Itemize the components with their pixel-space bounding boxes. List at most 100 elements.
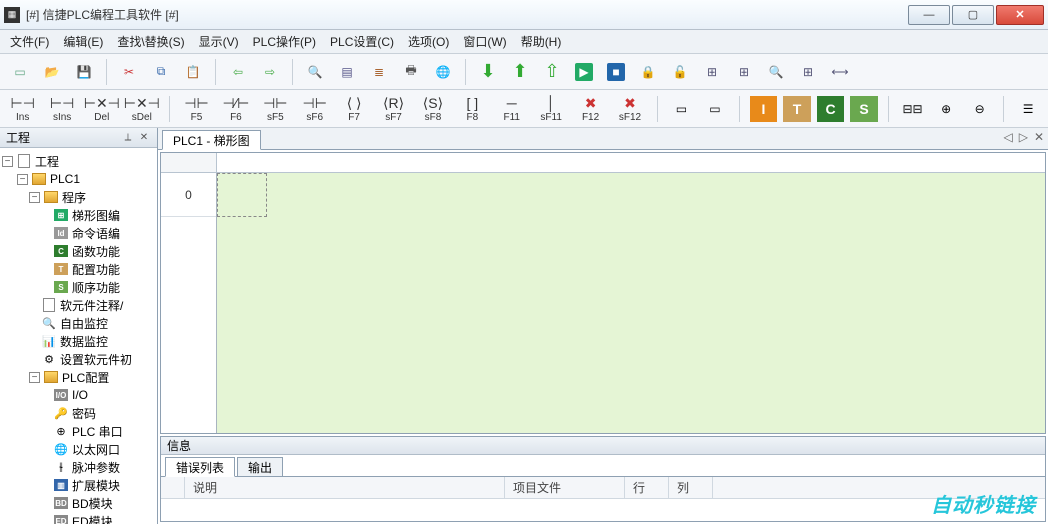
ladder-editor[interactable]: 0 <box>160 152 1046 434</box>
tree-func[interactable]: 函数功能 <box>72 243 120 260</box>
lock-button[interactable] <box>634 58 662 86</box>
tree-plccfg[interactable]: PLC配置 <box>62 369 109 386</box>
tree-pulse[interactable]: 脉冲参数 <box>72 459 120 476</box>
menu-help[interactable]: 帮助(H) <box>521 33 562 50</box>
ladder-cursor-cell[interactable] <box>217 173 267 217</box>
download-button[interactable] <box>474 58 502 86</box>
unlock-button[interactable] <box>666 58 694 86</box>
ladder3-button[interactable] <box>794 58 822 86</box>
tree-eth[interactable]: 以太网口 <box>72 441 120 458</box>
close-panel-button[interactable]: ✕ <box>137 131 151 145</box>
tree-ladder[interactable]: 梯形图编 <box>72 207 120 224</box>
project-tree[interactable]: −工程 −PLC1 −程序 ⊞梯形图编 ld命令语编 C函数功能 T配置功能 S… <box>0 148 157 524</box>
tree-program[interactable]: 程序 <box>62 189 86 206</box>
ladder-canvas[interactable] <box>217 173 1045 433</box>
f7-button[interactable]: ⟨ ⟩F7 <box>337 92 370 126</box>
tree-config[interactable]: 配置功能 <box>72 261 120 278</box>
copy-button[interactable] <box>147 58 175 86</box>
run-button[interactable] <box>570 58 598 86</box>
c-block-button[interactable]: C <box>817 96 845 122</box>
undo-button[interactable] <box>224 58 252 86</box>
box1-button[interactable]: ▭ <box>668 95 696 123</box>
tab-close-button[interactable]: ✕ <box>1034 130 1044 144</box>
sins-button[interactable]: ⊢⊣sIns <box>45 92 78 126</box>
t-block-button[interactable]: T <box>783 96 811 122</box>
tree-freemon[interactable]: 自由监控 <box>60 315 108 332</box>
menu-file[interactable]: 文件(F) <box>10 33 49 50</box>
tree-datamon[interactable]: 数据监控 <box>60 333 108 350</box>
save-button[interactable] <box>70 58 98 86</box>
f5-button[interactable]: ⊣⊢F5 <box>180 92 213 126</box>
tree-seq[interactable]: 顺序功能 <box>72 279 120 296</box>
print-button[interactable] <box>397 58 425 86</box>
sf11-button[interactable]: │sF11 <box>534 92 567 126</box>
tab-next-button[interactable]: ▷ <box>1019 130 1028 144</box>
tree-root[interactable]: 工程 <box>35 153 59 170</box>
upload2-button[interactable] <box>538 58 566 86</box>
sf5-button[interactable]: ⊣⊢sF5 <box>259 92 292 126</box>
menu-view[interactable]: 显示(V) <box>199 33 239 50</box>
del-button[interactable]: ⊢✕⊣Del <box>85 92 119 126</box>
err-col-col[interactable]: 列 <box>669 477 713 498</box>
stop-button[interactable] <box>602 58 630 86</box>
zoomin-button[interactable] <box>932 95 960 123</box>
grid-button[interactable] <box>333 58 361 86</box>
tab-error-list[interactable]: 错误列表 <box>165 457 235 477</box>
tree-io[interactable]: I/O <box>72 388 88 402</box>
tree-cmd[interactable]: 命令语编 <box>72 225 120 242</box>
f11-button[interactable]: ─F11 <box>495 92 528 126</box>
ladder1-button[interactable] <box>698 58 726 86</box>
s-block-button[interactable]: S <box>850 96 878 122</box>
tree-ext[interactable]: 扩展模块 <box>72 477 120 494</box>
menu-plc-op[interactable]: PLC操作(P) <box>253 33 316 50</box>
f12-button[interactable]: F12 <box>574 92 607 126</box>
ins-button[interactable]: ⊢⊣Ins <box>6 92 39 126</box>
tree-setsoft[interactable]: 设置软元件初 <box>60 351 132 368</box>
menu-plc-set[interactable]: PLC设置(C) <box>330 33 394 50</box>
new-button[interactable] <box>6 58 34 86</box>
f8-button[interactable]: [ ]F8 <box>456 92 489 126</box>
redo-button[interactable] <box>256 58 284 86</box>
err-col-file[interactable]: 项目文件 <box>505 477 625 498</box>
link-button[interactable]: ⊟⊟ <box>899 95 927 123</box>
list-button[interactable] <box>365 58 393 86</box>
zoom-button[interactable] <box>762 58 790 86</box>
minimize-button[interactable]: — <box>908 5 950 25</box>
find-button[interactable] <box>301 58 329 86</box>
tab-prev-button[interactable]: ◁ <box>1003 130 1012 144</box>
cut-button[interactable] <box>115 58 143 86</box>
zoomout-button[interactable] <box>966 95 994 123</box>
maximize-button[interactable]: ▢ <box>952 5 994 25</box>
tab-output[interactable]: 输出 <box>237 457 283 477</box>
err-col-icon[interactable] <box>161 477 185 498</box>
tree-bd[interactable]: BD模块 <box>72 495 113 512</box>
tree-plc1[interactable]: PLC1 <box>50 172 80 186</box>
sf8-button[interactable]: ⟨S⟩sF8 <box>416 92 449 126</box>
paste-button[interactable] <box>179 58 207 86</box>
online-button[interactable] <box>429 58 457 86</box>
menu-find[interactable]: 查找\替换(S) <box>117 33 184 50</box>
sdel-button[interactable]: ⊢✕⊣sDel <box>125 92 159 126</box>
tree-serial[interactable]: PLC 串口 <box>72 423 123 440</box>
err-col-desc[interactable]: 说明 <box>185 477 505 498</box>
menu-options[interactable]: 选项(O) <box>408 33 449 50</box>
open-button[interactable] <box>38 58 66 86</box>
lad-button[interactable]: ☰ <box>1014 95 1042 123</box>
editor-tab-plc1[interactable]: PLC1 - 梯形图 <box>162 130 261 150</box>
box2-button[interactable]: ▭ <box>701 95 729 123</box>
f6-button[interactable]: ⊣∕⊢F6 <box>219 92 252 126</box>
tree-ed[interactable]: ED模块 <box>72 513 113 524</box>
sf6-button[interactable]: ⊣⊢sF6 <box>298 92 331 126</box>
i-block-button[interactable]: I <box>750 96 778 122</box>
menu-edit[interactable]: 编辑(E) <box>63 33 103 50</box>
sf12-button[interactable]: sF12 <box>613 92 646 126</box>
upload-button[interactable] <box>506 58 534 86</box>
menu-window[interactable]: 窗口(W) <box>463 33 506 50</box>
tree-pwd[interactable]: 密码 <box>72 405 96 422</box>
close-button[interactable] <box>996 5 1044 25</box>
tree-comment[interactable]: 软元件注释/ <box>60 297 123 314</box>
sf7-button[interactable]: ⟨R⟩sF7 <box>377 92 410 126</box>
connector-button[interactable] <box>826 58 854 86</box>
ladder2-button[interactable] <box>730 58 758 86</box>
pin-button[interactable]: ⟂ <box>121 131 135 145</box>
